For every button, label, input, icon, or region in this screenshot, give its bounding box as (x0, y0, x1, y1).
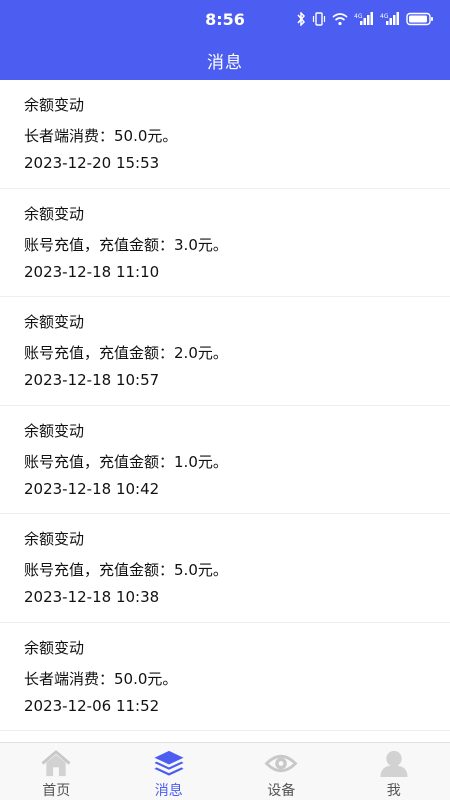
message-time: 2023-12-18 11:10 (24, 262, 160, 281)
message-item[interactable]: 余额变动 长者端消费：50.0元。 2023-12-20 15:53 (0, 80, 450, 189)
message-body: 账号充值，充值金额：2.0元。 (24, 344, 228, 362)
message-list[interactable]: 余额变动 长者端消费：50.0元。 2023-12-20 15:53 余额变动 … (0, 80, 450, 742)
message-body: 账号充值，充值金额：3.0元。 (24, 235, 228, 254)
message-title: 余额变动 (24, 313, 85, 331)
message-item[interactable]: 余额变动 账号充值，充值金额：3.0元。 2023-12-18 11:10 (0, 189, 450, 297)
layers-icon (154, 750, 184, 776)
message-item[interactable]: 余额变动 账号充值，充值金额：5.0元。 2023-12-18 10:38 (0, 514, 450, 623)
status-bar: 8:56 4G 4G (0, 0, 450, 40)
tab-label: 设备 (267, 783, 296, 799)
message-time: 2023-12-06 11:52 (24, 696, 160, 715)
message-body: 账号充值，充值金额：1.0元。 (24, 452, 228, 471)
eye-icon (264, 754, 298, 773)
tab-messages[interactable]: 消息 (113, 743, 226, 800)
message-title: 余额变动 (24, 638, 85, 657)
page-title: 消息 (207, 52, 243, 73)
message-body: 账号充值，充值金额：5.0元。 (24, 561, 228, 579)
bluetooth-icon (297, 12, 306, 26)
message-title: 余额变动 (24, 421, 85, 440)
tab-label: 首页 (42, 783, 71, 799)
signal-4g-icon: 4G (354, 12, 373, 25)
bottom-tab-bar: 首页 消息 设备 我 (0, 742, 450, 800)
message-body: 长者端消费：50.0元。 (24, 669, 178, 688)
battery-icon (406, 12, 433, 26)
svg-text:4G: 4G (354, 13, 363, 20)
message-time: 2023-12-20 15:53 (24, 154, 160, 172)
tab-label: 我 (386, 783, 401, 799)
message-item[interactable]: 余额变动 账号充值，充值金额：1.0元。 2023-12-18 10:42 (0, 406, 450, 514)
message-title: 余额变动 (24, 530, 85, 548)
tab-me[interactable]: 我 (338, 743, 450, 800)
message-item[interactable]: 余额变动 账号充值，充值金额：2.0元。 2023-12-18 10:57 (0, 297, 450, 406)
message-time: 2023-12-18 10:57 (24, 371, 160, 389)
message-item[interactable]: 余额变动 长者端消费：50.0元。 2023-12-06 11:52 (0, 623, 450, 731)
tab-devices[interactable]: 设备 (225, 743, 338, 800)
message-time: 2023-12-18 10:42 (24, 479, 160, 498)
message-time: 2023-12-18 10:38 (24, 588, 160, 606)
wifi-icon (332, 13, 348, 26)
tab-label: 消息 (154, 783, 183, 799)
svg-text:4G: 4G (380, 13, 389, 20)
message-title: 余额变动 (24, 204, 85, 223)
home-icon (41, 750, 71, 777)
message-title: 余额变动 (24, 96, 85, 114)
vibrate-icon (312, 12, 326, 26)
user-icon (380, 750, 408, 778)
message-body: 长者端消费：50.0元。 (24, 127, 178, 145)
signal-4g-icon: 4G (380, 12, 399, 25)
tab-home[interactable]: 首页 (0, 743, 113, 800)
app-header: 消息 (0, 40, 450, 80)
status-icons: 4G 4G (296, 12, 434, 26)
